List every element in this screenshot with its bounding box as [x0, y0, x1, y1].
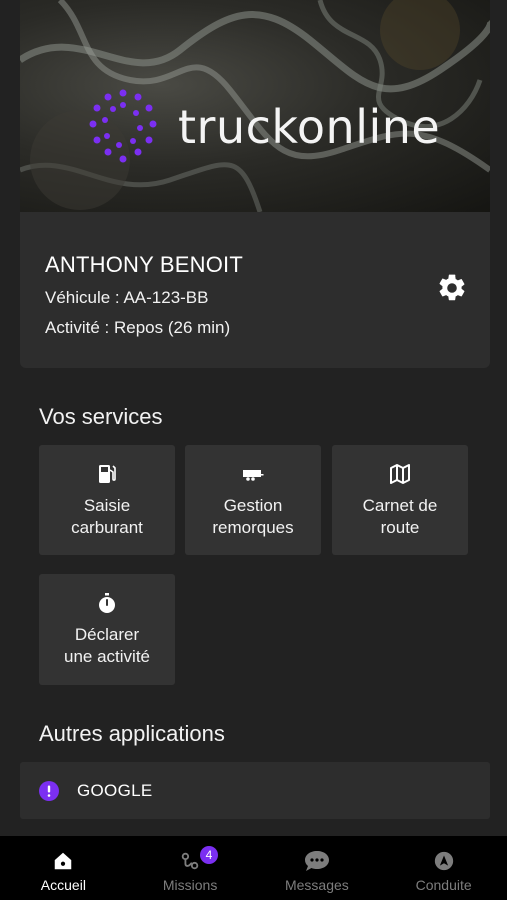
nav-tab-label: Accueil [40, 877, 86, 893]
nav-tab-label: Conduite [415, 877, 472, 893]
service-tile-fuel[interactable]: Saisie carburant [39, 445, 175, 555]
fuel-pump-icon [99, 465, 116, 483]
service-tile-declare-activity[interactable]: Déclarer une activité [39, 574, 175, 685]
stopwatch-icon [99, 593, 115, 613]
brand-wordmark: truckonline [178, 100, 441, 154]
vehicle-info: Véhicule : AA-123-BB [45, 288, 209, 307]
gear-icon [439, 274, 465, 301]
service-tile-label: Saisie carburant [71, 496, 143, 537]
driver-profile-card: ANTHONY BENOIT Véhicule : AA-123-BB Acti… [20, 212, 490, 368]
service-tile-logbook[interactable]: Carnet de route [332, 445, 468, 555]
activity-status: Activité : Repos (26 min) [45, 318, 231, 337]
map-icon [390, 464, 410, 484]
service-tile-label: Carnet de route [362, 496, 438, 537]
service-tile-label: Déclarer une activité [64, 625, 150, 666]
app-item-google[interactable]: GOOGLE [20, 762, 490, 819]
hero-banner: truckonline [20, 0, 490, 212]
home-icon [55, 852, 72, 870]
services-section-title: Vos services [39, 404, 163, 429]
app-item-label: GOOGLE [77, 781, 153, 800]
navigation-icon [434, 851, 453, 871]
service-tile-trailers[interactable]: Gestion remorques [185, 445, 321, 555]
trailer-icon [243, 470, 264, 481]
nav-tab-driving[interactable]: Conduite [380, 836, 507, 900]
settings-button[interactable] [436, 272, 468, 304]
missions-count-badge: 4 [200, 846, 218, 864]
service-tile-label: Gestion remorques [212, 496, 294, 537]
other-apps-section-title: Autres applications [39, 721, 225, 746]
driver-name: ANTHONY BENOIT [45, 252, 243, 277]
alert-circle-icon [39, 781, 59, 801]
nav-tab-missions[interactable]: Missions [127, 836, 254, 900]
nav-tab-messages[interactable]: Messages [254, 836, 381, 900]
route-icon [181, 852, 199, 870]
nav-tab-label: Missions [162, 877, 218, 893]
chat-icon [304, 851, 329, 871]
nav-tab-home[interactable]: Accueil [0, 836, 127, 900]
bottom-navigation: Accueil Missions Messages Conduite 4 [0, 836, 507, 900]
nav-tab-label: Messages [284, 877, 349, 893]
truckonline-logo-icon [89, 89, 157, 163]
